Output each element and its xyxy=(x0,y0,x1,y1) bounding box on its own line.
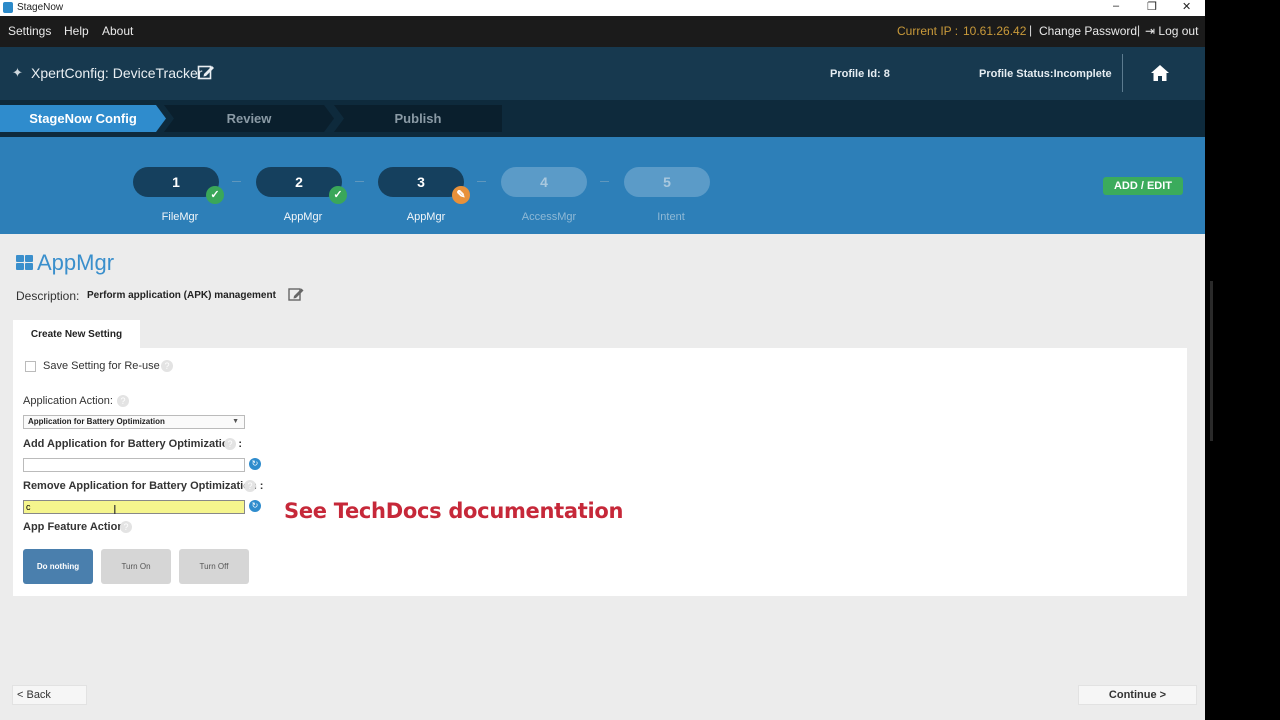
help-icon[interactable]: ? xyxy=(117,395,129,407)
add-app-input[interactable] xyxy=(23,458,245,472)
workflow-breadcrumb: StageNow Config Review Publish xyxy=(0,100,1205,137)
remove-app-label: Remove Application for Battery Optimizat… xyxy=(23,480,264,492)
step-2-label: AppMgr xyxy=(283,211,323,223)
help-icon[interactable]: ? xyxy=(161,360,173,372)
edit-title-icon[interactable] xyxy=(197,63,215,81)
save-setting-checkbox[interactable] xyxy=(25,361,36,372)
stagenow-window: StageNow – ❐ ✕ Settings Help About Curre… xyxy=(0,0,1205,720)
edit-description-icon[interactable] xyxy=(288,286,305,302)
continue-button[interactable]: Continue > xyxy=(1078,685,1197,705)
description-label: Description: xyxy=(16,289,80,303)
current-ip-label: Current IP : xyxy=(897,24,959,38)
feature-action-label: App Feature Action: xyxy=(23,521,128,533)
steps-bar: 1 2 3 4 5 ✓ ✓ ✎ FileMgr AppMgr AppMgr Ac… xyxy=(0,137,1205,234)
description-value: Perform application (APK) management xyxy=(87,290,276,301)
app-icon xyxy=(3,2,13,13)
window-title: StageNow xyxy=(17,2,64,13)
side-strip xyxy=(1205,0,1280,720)
restore-button[interactable]: ❐ xyxy=(1147,0,1157,13)
profile-id: Profile Id: 8 xyxy=(830,68,890,80)
step-5-label: Intent xyxy=(657,211,685,223)
breadcrumb-review[interactable]: Review xyxy=(164,105,334,132)
change-password-link[interactable]: Change Password xyxy=(1039,24,1137,38)
add-app-label: Add Application for Battery Optimization… xyxy=(23,438,242,450)
page-title: AppMgr xyxy=(37,250,115,275)
check-icon: ✓ xyxy=(329,186,347,204)
pencil-icon: ✎ xyxy=(452,186,470,204)
logout-link[interactable]: ⇥ Log out xyxy=(1145,24,1198,38)
info-icon[interactable]: ↻ xyxy=(249,500,261,512)
logout-label: Log out xyxy=(1158,24,1199,38)
logout-icon: ⇥ xyxy=(1145,24,1156,38)
app-action-selected: Application for Battery Optimization xyxy=(28,417,165,426)
breadcrumb-stagenow-config[interactable]: StageNow Config xyxy=(0,105,166,132)
check-icon: ✓ xyxy=(206,186,224,204)
step-4[interactable]: 4 xyxy=(501,167,587,197)
window-titlebar: StageNow – ❐ ✕ xyxy=(0,0,1205,16)
profile-header: ✦ XpertConfig: DeviceTracker Profile Id:… xyxy=(0,47,1205,100)
step-connector xyxy=(600,181,609,182)
step-4-label: AccessMgr xyxy=(521,211,577,223)
header-divider xyxy=(1122,54,1123,92)
close-button[interactable]: ✕ xyxy=(1182,0,1191,13)
turn-off-button[interactable]: Turn Off xyxy=(179,549,249,584)
menu-help[interactable]: Help xyxy=(64,24,89,38)
remove-app-input[interactable]: c xyxy=(23,500,245,514)
minimize-button[interactable]: – xyxy=(1113,0,1119,12)
help-icon[interactable]: ? xyxy=(244,480,256,492)
home-icon[interactable] xyxy=(1150,64,1170,82)
help-icon[interactable]: ? xyxy=(120,521,132,533)
profile-status: Profile Status:Incomplete xyxy=(979,68,1112,80)
step-connector xyxy=(232,181,241,182)
step-connector xyxy=(355,181,364,182)
back-button[interactable]: < Back xyxy=(12,685,87,705)
app-action-select[interactable]: Application for Battery Optimization ▼ xyxy=(23,415,245,429)
profile-title: XpertConfig: DeviceTracker xyxy=(31,65,203,81)
grid-icon xyxy=(16,255,34,271)
techdocs-overlay: See TechDocs documentation xyxy=(284,499,624,523)
save-setting-label: Save Setting for Re-use xyxy=(43,360,160,372)
menu-separator: | xyxy=(1029,23,1033,37)
menu-separator: | xyxy=(1137,23,1141,37)
step-connector xyxy=(477,181,486,182)
step-1-label: FileMgr xyxy=(161,211,199,223)
menu-about[interactable]: About xyxy=(102,24,133,38)
current-ip-value: 10.61.26.42 xyxy=(963,24,1027,38)
tab-create-new-setting[interactable]: Create New Setting xyxy=(13,320,140,349)
menu-settings[interactable]: Settings xyxy=(8,24,51,38)
step-3-label: AppMgr xyxy=(406,211,446,223)
info-icon[interactable]: ↻ xyxy=(249,458,261,470)
add-edit-button[interactable]: ADD / EDIT xyxy=(1103,177,1183,195)
scrollbar-thumb[interactable] xyxy=(1210,281,1213,441)
menu-bar: Settings Help About Current IP : 10.61.2… xyxy=(0,16,1205,47)
text-cursor-icon: I xyxy=(113,502,117,517)
chevron-down-icon: ▼ xyxy=(232,418,239,425)
do-nothing-button[interactable]: Do nothing xyxy=(23,549,93,584)
help-icon[interactable]: ? xyxy=(224,438,236,450)
step-3[interactable]: 3 xyxy=(378,167,464,197)
turn-on-button[interactable]: Turn On xyxy=(101,549,171,584)
app-action-label: Application Action: xyxy=(23,395,113,407)
wand-icon: ✦ xyxy=(12,65,23,80)
step-5[interactable]: 5 xyxy=(624,167,710,197)
breadcrumb-publish[interactable]: Publish xyxy=(334,105,502,132)
